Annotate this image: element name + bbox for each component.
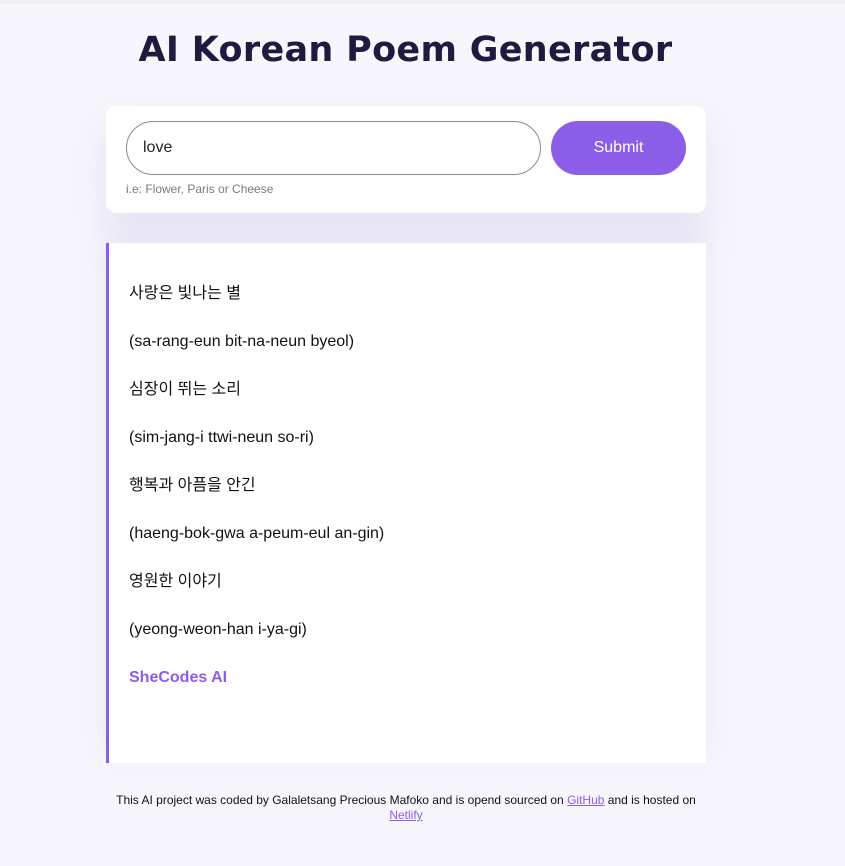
- poem-line: 영원한 이야기: [129, 573, 222, 590]
- poem-line: (haeng-bok-gwa a-peum-eul an-gin): [129, 525, 385, 542]
- poem-lines: 사랑은 빛나는 별 (sa-rang-eun bit-na-neun byeol…: [129, 282, 384, 714]
- poem-line: (sa-rang-eun bit-na-neun byeol): [129, 333, 355, 350]
- poem-signature: SheCodes AI: [129, 669, 228, 686]
- input-hint: i.e: Flower, Paris or Cheese: [126, 182, 274, 196]
- netlify-link[interactable]: Netlify: [389, 808, 422, 822]
- footer-text-before: This AI project was coded by Galaletsang…: [116, 793, 568, 807]
- footer: This AI project was coded by Galaletsang…: [106, 793, 706, 823]
- poem-line: (yeong-weon-han i-ya-gi): [129, 621, 307, 638]
- submit-button[interactable]: Submit: [551, 121, 686, 175]
- search-form: Submit i.e: Flower, Paris or Cheese: [106, 106, 706, 213]
- poem-line: 심장이 뛰는 소리: [129, 381, 241, 398]
- search-input[interactable]: [126, 121, 541, 175]
- top-strip: [0, 0, 845, 4]
- page-title: AI Korean Poem Generator: [138, 30, 673, 70]
- footer-text-middle: and is hosted on: [604, 793, 696, 807]
- poem-line: 사랑은 빛나는 별: [129, 285, 241, 302]
- poem-line: 행복과 아픔을 안긴: [129, 477, 256, 494]
- poem-line: (sim-jang-i ttwi-neun so-ri): [129, 429, 314, 446]
- github-link[interactable]: GitHub: [567, 793, 604, 807]
- poem-output: 사랑은 빛나는 별 (sa-rang-eun bit-na-neun byeol…: [106, 243, 706, 763]
